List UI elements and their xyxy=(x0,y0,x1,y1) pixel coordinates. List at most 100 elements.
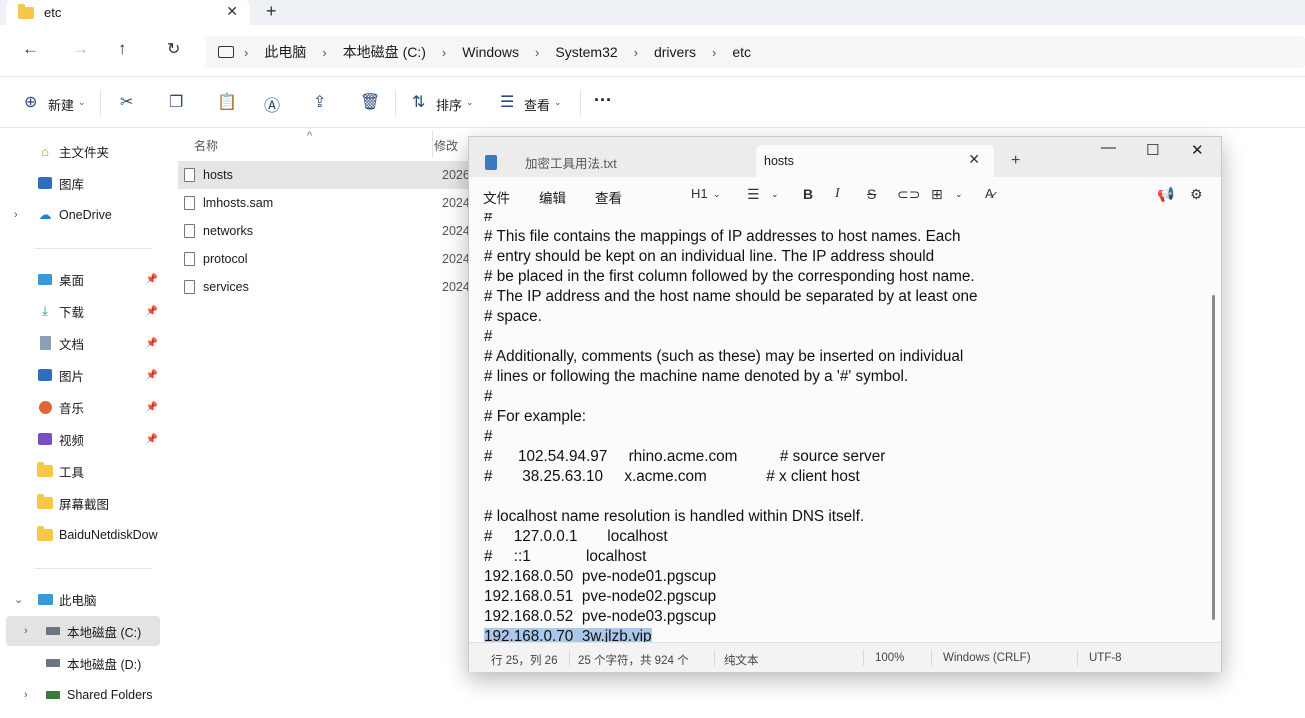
notepad-tab[interactable]: 加密工具用法.txt xyxy=(479,147,749,177)
breadcrumb-item[interactable]: drivers xyxy=(644,44,706,60)
sidebar-item-drive-c[interactable]: › 本地磁盘 (C:) xyxy=(6,616,160,646)
close-tab-icon[interactable]: ✕ xyxy=(226,3,238,20)
cloud-icon: ☁ xyxy=(38,207,52,222)
explorer-tab[interactable]: etc ✕ xyxy=(6,0,250,25)
line-ending[interactable]: Windows (CRLF) xyxy=(943,652,1031,664)
sidebar-item-music[interactable]: 音乐 📌 xyxy=(6,392,160,422)
table-row[interactable]: hosts 2026 xyxy=(178,161,470,189)
close-window-icon[interactable]: ✕ xyxy=(1191,141,1204,159)
gear-icon[interactable]: ⚙ xyxy=(1190,186,1203,203)
sort-arrow-icon: ^ xyxy=(307,130,313,142)
table-row[interactable]: networks 2024 xyxy=(178,217,470,245)
sidebar-item-baidunetdisk[interactable]: BaiduNetdiskDow xyxy=(6,520,160,550)
chevron-right-icon: › xyxy=(441,44,447,60)
new-plus-icon[interactable]: ⊕ xyxy=(24,92,37,112)
pin-icon[interactable]: 📌 xyxy=(146,434,158,445)
minimize-icon[interactable]: — xyxy=(1101,139,1116,156)
share-icon[interactable]: ⇪ xyxy=(313,92,326,112)
pin-icon[interactable]: 📌 xyxy=(146,338,158,349)
menu-file[interactable]: 文件 xyxy=(483,187,510,207)
explorer-tab-bar: etc ✕ + xyxy=(0,0,1305,25)
pin-icon[interactable]: 📌 xyxy=(146,370,158,381)
strikethrough-icon[interactable]: S xyxy=(867,186,876,202)
chevron-right-icon[interactable]: › xyxy=(24,689,28,701)
sidebar-item-downloads[interactable]: ⤓ 下载 📌 xyxy=(6,296,160,326)
editor-line: 192.168.0.52 pve-node03.pgscup xyxy=(484,608,717,625)
sidebar-item-home[interactable]: ⌂ 主文件夹 xyxy=(6,136,160,166)
column-header: 名称 ^ 修改 xyxy=(164,130,469,158)
sort-icon[interactable]: ⇅ xyxy=(412,92,425,112)
paste-icon[interactable]: 📋 xyxy=(217,92,237,112)
sidebar-item-tools[interactable]: 工具 xyxy=(6,456,160,486)
table-row[interactable]: services 2024 xyxy=(178,273,470,301)
delete-icon[interactable]: 🗑 xyxy=(360,92,380,112)
column-modified[interactable]: 修改 xyxy=(434,137,458,154)
breadcrumb-item[interactable]: etc xyxy=(722,44,761,60)
sidebar-item-gallery[interactable]: 图库 xyxy=(6,168,160,198)
notepad-tab-active[interactable]: hosts ✕ xyxy=(756,145,994,177)
sidebar-item-videos[interactable]: 视频 📌 xyxy=(6,424,160,454)
breadcrumb-item[interactable]: 此电脑 xyxy=(254,42,316,62)
menu-view[interactable]: 查看 xyxy=(595,187,622,207)
maximize-icon[interactable]: ☐ xyxy=(1146,141,1159,159)
breadcrumb[interactable]: › 此电脑 › 本地磁盘 (C:) › Windows › System32 ›… xyxy=(206,36,1305,68)
sidebar-item-this-pc[interactable]: ⌄ 此电脑 xyxy=(6,584,160,614)
table-row[interactable]: protocol 2024 xyxy=(178,245,470,273)
table-row[interactable]: lmhosts.sam 2024 xyxy=(178,189,470,217)
encoding[interactable]: UTF-8 xyxy=(1089,652,1122,664)
chevron-right-icon[interactable]: › xyxy=(24,625,28,637)
sidebar-item-documents[interactable]: 文档 📌 xyxy=(6,328,160,358)
sidebar-item-label: 下载 xyxy=(59,305,85,320)
heading-dropdown[interactable]: H1 xyxy=(691,186,708,201)
more-options-icon[interactable]: ··· xyxy=(594,90,612,111)
chevron-right-icon[interactable]: › xyxy=(14,209,18,221)
text-editor[interactable]: # # This file contains the mappings of IP… xyxy=(469,213,1221,642)
copy-icon[interactable]: ❐ xyxy=(169,92,183,112)
sidebar-item-desktop[interactable]: 桌面 📌 xyxy=(6,264,160,294)
breadcrumb-item[interactable]: 本地磁盘 (C:) xyxy=(333,42,436,62)
table-icon[interactable]: ⊞ xyxy=(931,186,943,203)
sidebar-item-label: 本地磁盘 (C:) xyxy=(67,625,142,640)
new-tab-icon[interactable]: + xyxy=(266,1,277,22)
menu-edit[interactable]: 编辑 xyxy=(539,187,566,207)
column-name[interactable]: 名称 xyxy=(194,137,218,154)
forward-arrow-icon[interactable]: → xyxy=(72,39,89,59)
pin-icon[interactable]: 📌 xyxy=(146,274,158,285)
breadcrumb-item[interactable]: Windows xyxy=(452,44,529,60)
editor-content[interactable]: # # This file contains the mappings of IP… xyxy=(484,213,978,642)
pin-icon[interactable]: 📌 xyxy=(146,402,158,413)
spellcheck-icon[interactable]: A̷ xyxy=(985,186,994,201)
italic-icon[interactable]: I xyxy=(835,186,840,202)
chevron-down-icon[interactable]: ⌄ xyxy=(14,593,23,606)
sidebar-item-pictures[interactable]: 图片 📌 xyxy=(6,360,160,390)
sidebar-item-onedrive[interactable]: › ☁ OneDrive xyxy=(6,200,160,230)
scrollbar[interactable] xyxy=(1212,295,1215,620)
link-icon[interactable]: ⊂⊃ xyxy=(897,186,920,203)
new-tab-icon[interactable]: + xyxy=(1011,152,1020,170)
breadcrumb-item[interactable]: System32 xyxy=(545,44,627,60)
sidebar-item-drive-d[interactable]: 本地磁盘 (D:) xyxy=(6,648,160,678)
zoom-level[interactable]: 100% xyxy=(875,652,904,664)
bold-icon[interactable]: B xyxy=(803,186,813,202)
file-icon xyxy=(184,168,195,182)
pin-icon[interactable]: 📌 xyxy=(146,306,158,317)
close-tab-icon[interactable]: ✕ xyxy=(968,151,980,168)
sidebar-item-label: 此电脑 xyxy=(59,593,97,608)
megaphone-icon[interactable]: 📢 xyxy=(1157,186,1174,203)
new-button[interactable]: 新建 xyxy=(48,95,74,114)
sidebar-item-label: 图库 xyxy=(59,177,85,192)
view-icon[interactable]: ☰ xyxy=(500,92,514,112)
rename-icon[interactable]: Ⓐ xyxy=(264,92,280,116)
back-arrow-icon[interactable]: ← xyxy=(22,39,39,59)
format-indicator[interactable]: 纯文本 xyxy=(724,652,759,668)
sidebar-item-screenshots[interactable]: 屏幕截图 xyxy=(6,488,160,518)
editor-line: # The IP address and the host name shoul… xyxy=(484,288,978,305)
cut-icon[interactable]: ✂ xyxy=(120,92,133,112)
sort-button[interactable]: 排序 xyxy=(436,95,462,114)
sidebar-item-shared-folders[interactable]: › Shared Folders xyxy=(6,680,160,710)
pictures-icon xyxy=(36,367,54,383)
view-button[interactable]: 查看 xyxy=(524,95,550,114)
list-icon[interactable]: ☰ xyxy=(747,186,760,203)
up-arrow-icon[interactable]: ↑ xyxy=(118,39,127,59)
refresh-icon[interactable]: ↻ xyxy=(167,39,180,59)
